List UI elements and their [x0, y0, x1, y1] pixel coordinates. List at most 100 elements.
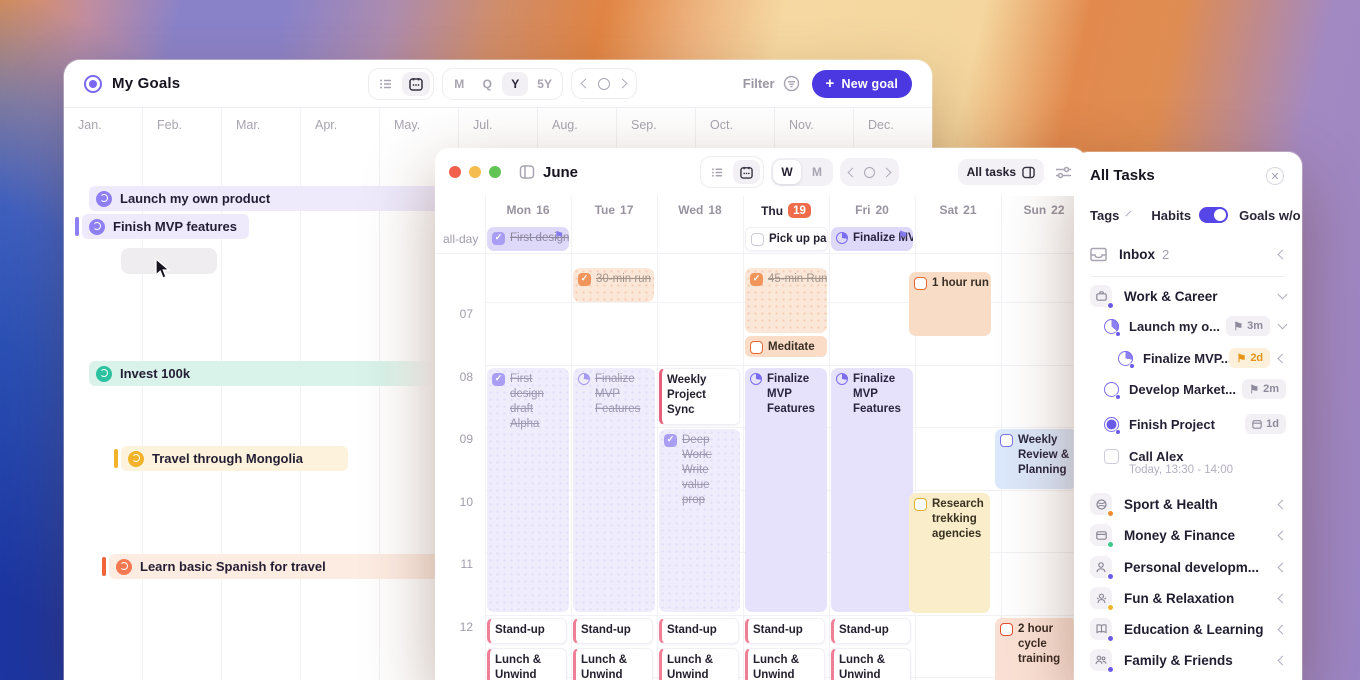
nav-today-icon[interactable] — [598, 78, 610, 90]
task-finish-project[interactable]: Finish Project 1d — [1074, 410, 1302, 438]
event-standup[interactable]: Stand-up — [659, 618, 739, 644]
chevron-down-icon[interactable] — [1126, 211, 1132, 217]
event-allday-first-design[interactable]: ✓ First design draft Alpha ⚑ — [487, 227, 569, 251]
event-1hour-run[interactable]: 1 hour run — [909, 272, 991, 336]
calendar-view-icon[interactable] — [733, 160, 760, 184]
month-view-button[interactable]: M — [803, 160, 831, 184]
checkbox-icon[interactable] — [1000, 434, 1013, 447]
event-weekly-review[interactable]: Weekly Review & Planning — [995, 429, 1077, 489]
event-finalize-mvp-fri[interactable]: Finalize MVP Features — [831, 368, 913, 612]
section-education-learning[interactable]: Education & Learning — [1074, 615, 1302, 643]
chevron-left-icon[interactable] — [1278, 655, 1288, 665]
checkbox-icon[interactable] — [1000, 623, 1013, 636]
event-meditate[interactable]: Meditate — [745, 336, 827, 357]
goal-bar-finish-mvp[interactable]: Finish MVP features — [82, 214, 249, 239]
sidebar-toggle-icon[interactable] — [519, 164, 535, 180]
nav-next-icon[interactable] — [618, 79, 628, 89]
traffic-close-button[interactable] — [449, 166, 461, 178]
event-finalize-mvp-thu[interactable]: Finalize MVP Features — [745, 368, 827, 612]
nav-prev-icon[interactable] — [581, 79, 591, 89]
section-personal-development[interactable]: Personal developm... — [1074, 553, 1302, 581]
event-allday-finalize-mvp[interactable]: Finalize MVP Features ⚑ — [831, 227, 913, 251]
task-finalize[interactable]: Finalize MVP... ⚑2d — [1074, 344, 1302, 372]
task-launch[interactable]: Launch my o... ⚑3m — [1074, 312, 1302, 340]
event-allday-pickup-package[interactable]: Pick up package — [745, 227, 828, 251]
chevron-left-icon[interactable] — [1278, 624, 1288, 634]
chevron-down-icon[interactable] — [1278, 290, 1288, 300]
goals-target-icon — [84, 75, 102, 93]
calendar-settings-icon[interactable] — [1055, 165, 1072, 180]
goal-bar-travel[interactable]: Travel through Mongolia — [121, 446, 348, 471]
event-cycle-training[interactable]: 2 hour cycle training — [995, 618, 1077, 680]
event-standup[interactable]: Stand-up — [745, 618, 825, 644]
section-work-career[interactable]: Work & Career — [1074, 282, 1302, 310]
nav-today-icon[interactable] — [864, 167, 875, 178]
chevron-left-icon[interactable] — [1278, 593, 1288, 603]
traffic-minimize-button[interactable] — [469, 166, 481, 178]
list-view-icon[interactable] — [704, 160, 731, 184]
section-sport-health[interactable]: Sport & Health — [1074, 490, 1302, 518]
week-view-button[interactable]: W — [773, 160, 801, 184]
calendar-view-icon[interactable] — [402, 72, 430, 96]
goals-wo-deadline-label[interactable]: Goals w/o deadline — [1239, 208, 1302, 223]
nav-next-icon[interactable] — [882, 167, 892, 177]
checkbox-checked-icon[interactable]: ✓ — [750, 273, 763, 286]
event-standup[interactable]: Stand-up — [573, 618, 653, 644]
chevron-left-icon[interactable] — [1278, 562, 1288, 572]
event-45min-run[interactable]: ✓ 45-min Run — [745, 268, 827, 333]
checkbox-icon[interactable] — [914, 498, 927, 511]
event-lunch-unwind[interactable]: Lunch & Unwind — [745, 648, 825, 680]
tags-dropdown[interactable]: Tags — [1090, 208, 1119, 223]
event-standup[interactable]: Stand-up — [831, 618, 911, 644]
event-title: Finalize MVP Features — [853, 231, 893, 246]
event-lunch-unwind[interactable]: Lunch & Unwind — [573, 648, 653, 680]
chevron-left-icon[interactable] — [1278, 530, 1288, 540]
checkbox-checked-icon[interactable]: ✓ — [664, 434, 677, 447]
event-first-design-draft[interactable]: ✓ First design draft Alpha — [487, 368, 569, 612]
period-quarter[interactable]: Q — [474, 72, 500, 96]
checkbox-checked-icon[interactable]: ✓ — [492, 232, 505, 245]
chevron-left-icon[interactable] — [1278, 499, 1288, 509]
all-tasks-button[interactable]: All tasks — [958, 159, 1044, 185]
traffic-zoom-button[interactable] — [489, 166, 501, 178]
section-money-finance[interactable]: Money & Finance — [1074, 521, 1302, 549]
checkbox-icon[interactable] — [751, 233, 764, 246]
event-finalize-mvp-done[interactable]: Finalize MVP Features — [573, 368, 655, 612]
checkbox-icon[interactable] — [1104, 449, 1119, 464]
section-family-friends[interactable]: Family & Friends — [1074, 646, 1302, 674]
event-lunch-unwind[interactable]: Lunch & Unwind — [831, 648, 911, 680]
relax-icon — [1090, 587, 1112, 609]
event-deep-work[interactable]: ✓ Deep Work: Write value prop — [659, 429, 740, 612]
checkbox-checked-icon[interactable]: ✓ — [578, 273, 591, 286]
goal-bar-invest[interactable]: Invest 100k — [89, 361, 435, 386]
month-label: Mar. — [236, 118, 260, 132]
goal-bar-spanish[interactable]: Learn basic Spanish for travel — [109, 554, 439, 579]
period-year[interactable]: Y — [502, 72, 528, 96]
event-weekly-project-sync[interactable]: Weekly Project Sync — [659, 368, 740, 425]
event-30min-run[interactable]: ✓ 30-min run — [573, 268, 654, 302]
chevron-down-icon[interactable] — [1278, 320, 1288, 330]
checkbox-icon[interactable] — [914, 277, 927, 290]
filter-icon[interactable] — [783, 75, 800, 92]
filter-label[interactable]: Filter — [743, 76, 775, 91]
event-research-trekking[interactable]: Research trekking agencies — [909, 493, 990, 613]
close-icon[interactable]: ✕ — [1266, 167, 1284, 185]
day-header-thu-today: Thu19 — [743, 203, 829, 218]
checkbox-icon[interactable] — [750, 341, 763, 354]
list-view-icon[interactable] — [372, 72, 400, 96]
event-lunch-unwind[interactable]: Lunch & Unwind — [659, 648, 739, 680]
section-fun-relaxation[interactable]: Fun & Relaxation — [1074, 584, 1302, 612]
period-month[interactable]: M — [446, 72, 472, 96]
inbox-row[interactable]: Inbox 2 — [1074, 240, 1302, 268]
new-goal-button[interactable]: + New goal — [812, 70, 912, 98]
task-develop[interactable]: Develop Market... ⚑2m — [1074, 375, 1302, 403]
chevron-left-icon[interactable] — [1278, 249, 1288, 259]
period-5y[interactable]: 5Y — [530, 72, 559, 96]
nav-prev-icon[interactable] — [848, 167, 858, 177]
event-lunch-unwind[interactable]: Lunch & Unwind — [487, 648, 567, 680]
checkbox-checked-icon[interactable]: ✓ — [492, 373, 505, 386]
goal-progress-icon — [1104, 382, 1119, 397]
chevron-left-icon[interactable] — [1278, 353, 1288, 363]
habits-toggle[interactable] — [1199, 207, 1228, 223]
event-standup[interactable]: Stand-up — [487, 618, 567, 644]
